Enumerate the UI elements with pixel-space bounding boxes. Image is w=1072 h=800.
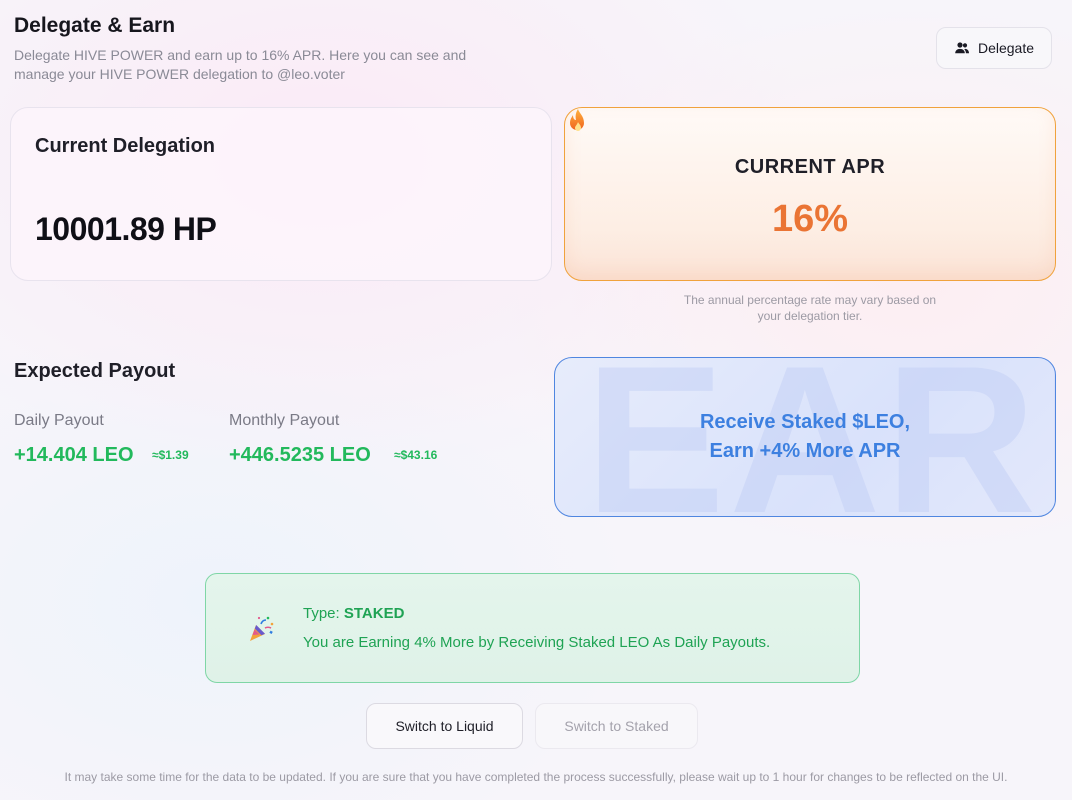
expected-payout-title: Expected Payout xyxy=(14,360,176,382)
footer-note: It may take some time for the data to be… xyxy=(64,770,1008,784)
page-description: Delegate HIVE POWER and earn up to 16% A… xyxy=(14,47,467,82)
current-apr-label: CURRENT APR xyxy=(734,156,886,178)
payout-type-value: STAKED xyxy=(343,605,405,622)
payout-type-prefix: Type: xyxy=(303,605,344,622)
delegate-button-label: Delegate xyxy=(977,40,1035,56)
apr-note: The annual percentage rate may vary base… xyxy=(683,293,937,323)
delegate-button[interactable]: Delegate xyxy=(936,27,1052,69)
earn-banner-line2: Earn +4% More APR xyxy=(709,440,901,462)
earn-background-text: EARN xyxy=(585,357,1055,517)
earn-more-banner[interactable]: EARN Receive Staked $LEO, Earn +4% More … xyxy=(554,357,1056,517)
monthly-payout-label: Monthly Payout xyxy=(229,412,340,429)
switch-to-liquid-button[interactable]: Switch to Liquid xyxy=(366,703,523,749)
party-popper-icon xyxy=(250,616,274,641)
payout-type-message: You are Earning 4% More by Receiving Sta… xyxy=(303,634,771,651)
payout-type-line: Type: STAKED xyxy=(303,605,404,622)
current-apr-card: CURRENT APR 16% xyxy=(564,107,1056,281)
daily-payout-usd: ≈$1.39 xyxy=(152,448,189,462)
earn-banner-line1: Receive Staked $LEO, xyxy=(699,411,911,433)
monthly-payout-usd: ≈$43.16 xyxy=(394,448,438,462)
fire-icon xyxy=(570,109,584,131)
current-delegation-value: 10001.89 HP xyxy=(35,211,217,247)
monthly-payout-value: +446.5235 LEO xyxy=(229,444,371,466)
daily-payout-value: +14.404 LEO xyxy=(14,444,134,466)
page-title: Delegate & Earn xyxy=(14,14,176,37)
switch-to-staked-button[interactable]: Switch to Staked xyxy=(535,703,698,749)
current-delegation-label: Current Delegation xyxy=(35,135,216,157)
payout-type-card: Type: STAKED You are Earning 4% More by … xyxy=(205,573,860,683)
users-icon xyxy=(955,42,969,54)
daily-payout-label: Daily Payout xyxy=(14,412,104,429)
current-delegation-card: Current Delegation 10001.89 HP xyxy=(10,107,552,281)
current-apr-value: 16% xyxy=(771,198,849,240)
